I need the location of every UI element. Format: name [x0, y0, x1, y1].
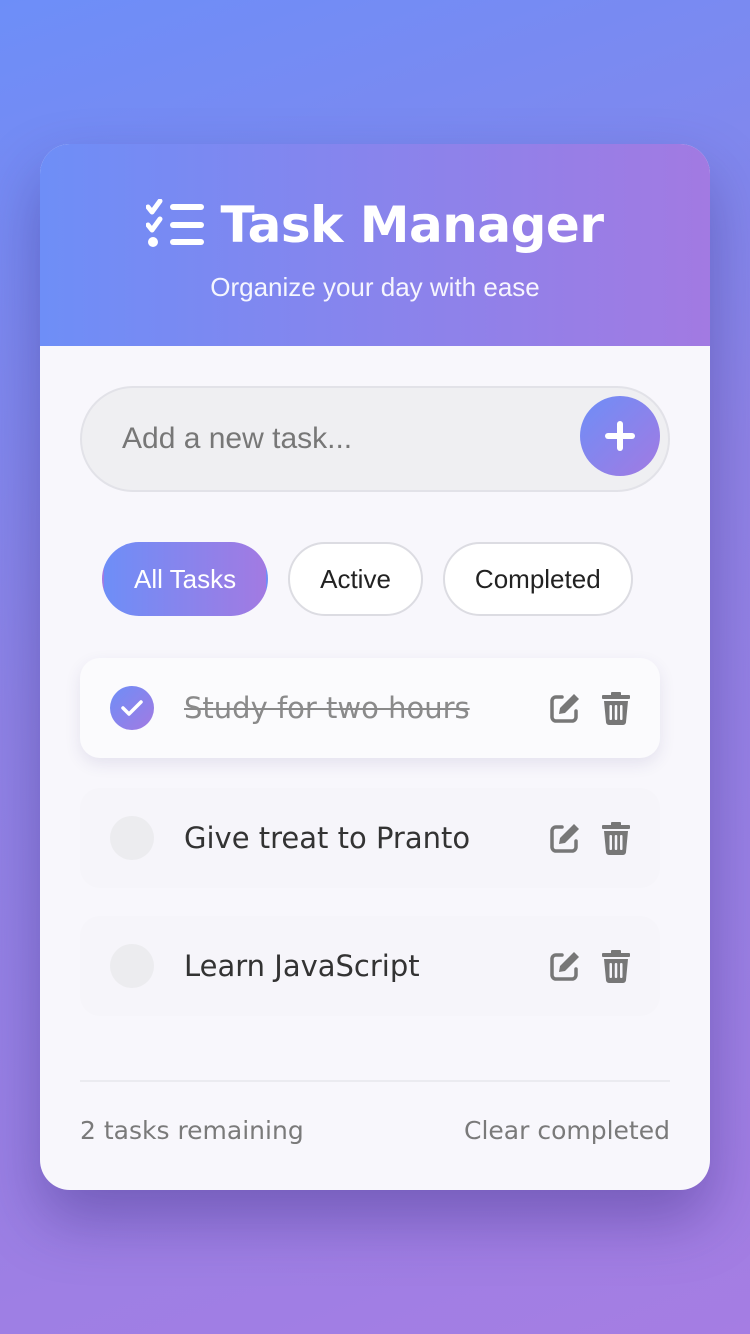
trash-icon — [602, 692, 630, 725]
task-text: Give treat to Pranto — [184, 821, 471, 855]
header: Task Manager Organize your day with ease — [40, 144, 710, 346]
task-card: Task Manager Organize your day with ease… — [40, 144, 710, 1190]
title-row: Task Manager — [40, 196, 710, 254]
trash-icon — [602, 950, 630, 983]
task-checkbox[interactable] — [110, 686, 154, 730]
add-task-button[interactable] — [580, 396, 660, 476]
edit-task-button[interactable] — [546, 689, 584, 727]
app-title: Task Manager — [220, 196, 604, 254]
delete-task-button[interactable] — [597, 819, 635, 857]
add-task-bar — [80, 386, 670, 492]
tasks-remaining-count: 2 tasks remaining — [80, 1116, 304, 1145]
edit-task-button[interactable] — [546, 947, 584, 985]
trash-icon — [602, 822, 630, 855]
task-text: Learn JavaScript — [184, 949, 420, 983]
footer-divider — [80, 1080, 670, 1082]
new-task-input[interactable] — [122, 388, 562, 490]
delete-task-button[interactable] — [597, 689, 635, 727]
task-text: Study for two hours — [184, 691, 470, 725]
edit-icon — [550, 824, 579, 853]
plus-icon — [605, 421, 635, 451]
app-subtitle: Organize your day with ease — [210, 272, 540, 302]
task-checkbox[interactable] — [110, 816, 154, 860]
list-check-icon — [146, 199, 205, 247]
clear-completed-button[interactable]: Clear completed — [464, 1116, 670, 1145]
filter-all[interactable]: All Tasks — [102, 542, 269, 616]
task-item: Study for two hours — [80, 658, 660, 758]
delete-task-button[interactable] — [597, 947, 635, 985]
check-icon — [121, 700, 143, 716]
filter-tabs: All Tasks Active Completed — [102, 542, 633, 616]
edit-icon — [550, 694, 579, 723]
filter-completed[interactable]: Completed — [442, 542, 633, 616]
task-checkbox[interactable] — [110, 944, 154, 988]
edit-task-button[interactable] — [546, 819, 584, 857]
task-item: Give treat to Pranto — [80, 788, 660, 888]
edit-icon — [550, 952, 579, 981]
filter-active[interactable]: Active — [288, 542, 423, 616]
task-item: Learn JavaScript — [80, 916, 660, 1016]
